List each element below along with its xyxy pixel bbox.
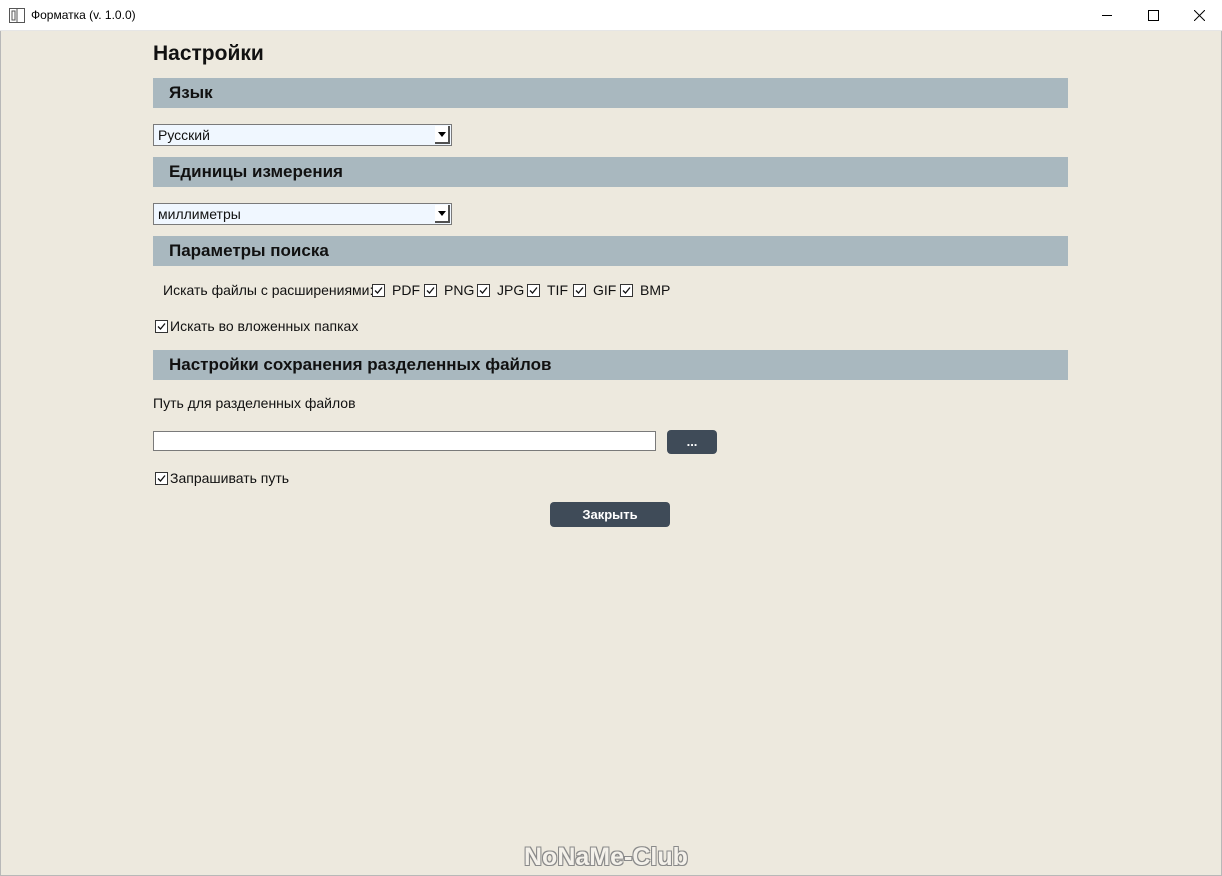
subfolders-label: Искать во вложенных папках xyxy=(170,318,359,334)
chevron-down-icon[interactable] xyxy=(435,126,450,144)
section-header-units: Единицы измерения xyxy=(153,157,1068,187)
watermark: NoNaMe-Club xyxy=(524,843,688,871)
checkbox-gif[interactable] xyxy=(573,284,586,297)
extension-label-jpg: JPG xyxy=(497,282,525,298)
checkbox-pdf[interactable] xyxy=(372,284,385,297)
close-window-button[interactable] xyxy=(1176,0,1222,31)
minimize-button[interactable] xyxy=(1084,0,1130,31)
section-header-language: Язык xyxy=(153,78,1068,108)
minimize-icon xyxy=(1101,10,1113,21)
extension-label-pdf: PDF xyxy=(392,282,420,298)
browse-button[interactable]: ... xyxy=(667,430,717,454)
extension-label-png: PNG xyxy=(444,282,475,298)
check-icon xyxy=(157,475,166,482)
ask-path-label: Запрашивать путь xyxy=(170,470,290,486)
section-header-search: Параметры поиска xyxy=(153,236,1068,266)
maximize-icon xyxy=(1147,10,1159,21)
check-icon xyxy=(426,287,435,294)
checkbox-bmp[interactable] xyxy=(620,284,633,297)
checkbox-ask-path[interactable] xyxy=(155,472,168,485)
title-bar: Форматка (v. 1.0.0) xyxy=(0,0,1222,31)
window-border-left xyxy=(0,31,1,876)
check-icon xyxy=(575,287,584,294)
check-icon xyxy=(622,287,631,294)
checkbox-subfolders[interactable] xyxy=(155,320,168,333)
checkbox-jpg[interactable] xyxy=(477,284,490,297)
extension-label-gif: GIF xyxy=(593,282,617,298)
check-icon xyxy=(157,323,166,330)
section-header-save: Настройки сохранения разделенных файлов xyxy=(153,350,1068,380)
chevron-down-icon[interactable] xyxy=(435,205,450,223)
close-button[interactable]: Закрыть xyxy=(550,502,670,527)
extension-label-bmp: BMP xyxy=(640,282,671,298)
window-title: Форматка (v. 1.0.0) xyxy=(31,8,136,22)
extensions-label: Искать файлы с расширениями: xyxy=(163,282,374,298)
maximize-button[interactable] xyxy=(1130,0,1176,31)
language-select[interactable]: Русский xyxy=(153,124,452,146)
path-label: Путь для разделенных файлов xyxy=(153,395,356,411)
path-input[interactable] xyxy=(153,431,656,451)
units-select[interactable]: миллиметры xyxy=(153,203,452,225)
units-select-value: миллиметры xyxy=(158,206,241,222)
checkbox-png[interactable] xyxy=(424,284,437,297)
close-icon xyxy=(1193,10,1205,21)
extension-label-tif: TIF xyxy=(547,282,568,298)
language-select-value: Русский xyxy=(158,127,210,143)
check-icon xyxy=(374,287,383,294)
app-icon xyxy=(9,8,25,23)
check-icon xyxy=(479,287,488,294)
checkbox-tif[interactable] xyxy=(527,284,540,297)
check-icon xyxy=(529,287,538,294)
page-title: Настройки xyxy=(153,42,264,65)
